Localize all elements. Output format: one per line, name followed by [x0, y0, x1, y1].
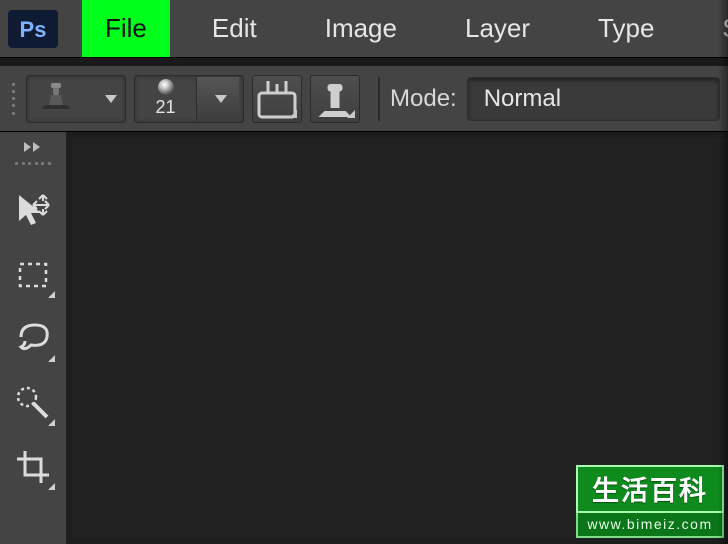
rectangular-marquee-tool[interactable]: [5, 246, 61, 304]
quick-selection-tool[interactable]: [5, 374, 61, 432]
brush-dot-icon: [158, 79, 174, 95]
brush-preset-picker[interactable]: 21: [134, 75, 244, 123]
options-divider: [378, 77, 380, 121]
chevron-right-icon: [33, 142, 40, 152]
tool-submenu-icon: [48, 419, 55, 426]
menu-item-edit[interactable]: Edit: [194, 3, 275, 54]
options-bar: 21 Mode: Normal: [0, 66, 728, 132]
brush-dropdown[interactable]: [197, 77, 239, 121]
quick-selection-icon: [13, 383, 53, 423]
options-grip[interactable]: [8, 79, 20, 119]
tool-preset-picker[interactable]: [26, 75, 126, 123]
mode-label: Mode:: [390, 85, 457, 113]
tool-submenu-icon: [48, 355, 55, 362]
lasso-icon: [13, 319, 53, 359]
menu-item-file[interactable]: File: [82, 0, 170, 57]
app-logo: Ps: [8, 9, 58, 49]
menu-item-type[interactable]: Type: [580, 3, 672, 54]
move-tool[interactable]: [5, 182, 61, 240]
svg-text:Ps: Ps: [20, 17, 47, 42]
menu-item-image[interactable]: Image: [307, 3, 415, 54]
menu-bar: Ps File Edit Image Layer Type Select: [0, 0, 728, 58]
tool-submenu-icon: [48, 483, 55, 490]
tool-submenu-icon: [48, 291, 55, 298]
tools-grip[interactable]: [11, 162, 55, 172]
crop-tool[interactable]: [5, 438, 61, 496]
move-tool-icon: [13, 191, 53, 231]
ps-logo-icon: Ps: [8, 10, 58, 48]
menu-item-select[interactable]: Select: [704, 3, 728, 54]
menu-item-layer[interactable]: Layer: [447, 3, 548, 54]
flyout-corner-icon: [289, 110, 297, 118]
toggle-brush-panel-button[interactable]: [252, 75, 302, 123]
clone-stamp-icon: [35, 79, 77, 118]
options-gap: [0, 58, 728, 66]
tools-panel: [0, 132, 66, 544]
watermark-title: 生活百科: [576, 465, 724, 513]
lasso-tool[interactable]: [5, 310, 61, 368]
flyout-corner-icon: [347, 110, 355, 118]
mode-value: Normal: [484, 85, 561, 113]
brush-size-value: 21: [155, 97, 175, 118]
brush-preview: 21: [135, 77, 197, 121]
mode-select[interactable]: Normal: [467, 77, 720, 121]
chevron-down-icon: [215, 95, 227, 103]
crop-icon: [13, 447, 53, 487]
tools-expand-button[interactable]: [3, 136, 63, 158]
chevron-down-icon: [105, 95, 117, 103]
watermark: 生活百科 www.bimeiz.com: [576, 465, 724, 538]
watermark-url: www.bimeiz.com: [576, 513, 724, 538]
toggle-clone-source-button[interactable]: [310, 75, 360, 123]
marquee-icon: [13, 255, 53, 295]
chevron-right-icon: [24, 142, 31, 152]
